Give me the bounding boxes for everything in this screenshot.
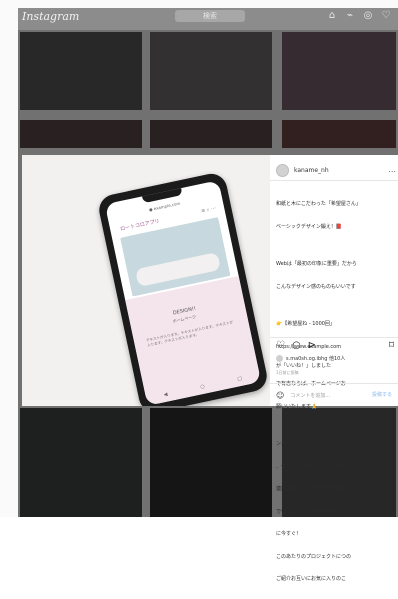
post-header: kaname_nh xyxy=(276,163,394,177)
post-sidebar: kaname_nh ... 和紙と木にこだわった「希望屋さん」 ベーシックデザイ… xyxy=(270,155,398,582)
caption-line: に今すぐ！ xyxy=(276,531,302,537)
tabs-icon: ▢ xyxy=(236,375,243,383)
share-icon[interactable]: ⊳ xyxy=(308,341,316,351)
caption-line: 和紙と木にこだわった「希望屋さん」 xyxy=(276,201,361,207)
back-icon: ◀ xyxy=(163,391,169,399)
caption-line: 連携ご都合で、ぜひ有志で希望 xyxy=(276,486,346,492)
post-date: 1日前に投稿 xyxy=(276,370,299,375)
likes-text[interactable]: s.ma0sh.og.ibhg 他10人 xyxy=(286,355,345,362)
bookmark-icon[interactable]: ⌑ xyxy=(389,341,394,351)
caption-line: 、今すぐでアカウントデータが xyxy=(276,463,347,470)
caption-line: こんなデザイン感のものもいいです xyxy=(276,283,356,290)
nav-icons: ⌂ ⌁ ◎ ♡ xyxy=(326,9,392,21)
caption-line: でいただいた方を今日のカンバ xyxy=(276,508,347,515)
caption-line: ンバーネクストにつないでさせて xyxy=(276,441,351,447)
post-comment-button[interactable]: 投稿する xyxy=(372,391,392,398)
messages-icon[interactable]: ⌁ xyxy=(344,9,356,21)
caption-line: 👉【希望屋ね - 1000回」 xyxy=(276,321,335,327)
more-options-icon[interactable]: ... xyxy=(388,165,396,174)
phone-photo: ● example.com ロートコロアプリ ≡ ⌕ ⋯ DESIGN!! ホー… xyxy=(96,170,270,406)
instagram-logo[interactable]: Instagram xyxy=(22,10,79,23)
heart-icon[interactable]: ♡ xyxy=(380,9,392,21)
home-button-icon: ○ xyxy=(199,383,206,391)
likes-subtext: が「いいね！」しました xyxy=(276,363,332,369)
comment-box: ☺ コメントを追加... 投稿する xyxy=(270,383,398,407)
post-photo: ● example.com ロートコロアプリ ≡ ⌕ ⋯ DESIGN!! ホー… xyxy=(22,155,270,406)
explore-icon[interactable]: ◎ xyxy=(362,9,374,21)
comment-icon[interactable]: ○ xyxy=(292,341,301,351)
post-modal: ● example.com ロートコロアプリ ≡ ⌕ ⋯ DESIGN!! ホー… xyxy=(22,155,398,582)
site-icons: ≡ ⌕ ⋯ xyxy=(200,205,217,215)
caption-line: ベーシックデザイン鍛え！📕 xyxy=(276,223,343,230)
divider xyxy=(270,337,398,338)
post-actions: ♡ ○ ⊳ ⌑ xyxy=(276,340,394,352)
caption-line: Webは「最初の印象に重要」だから xyxy=(276,261,357,267)
heart-icon[interactable]: ♡ xyxy=(276,341,285,351)
likes-row-sub: が「いいね！」しました xyxy=(276,362,394,369)
likes-row: s.ma0sh.og.ibhg 他10人 xyxy=(276,355,394,362)
liker-avatar[interactable] xyxy=(276,355,283,362)
divider xyxy=(270,180,398,181)
avatar[interactable] xyxy=(276,163,289,177)
emoji-icon[interactable]: ☺ xyxy=(276,391,284,400)
search-input[interactable]: 検索 xyxy=(175,10,245,22)
caption-line: ご紹介お互いにお気に入りのこ xyxy=(276,576,347,582)
post-username[interactable]: kaname_nh xyxy=(294,167,329,174)
phone-screen: ● example.com ロートコロアプリ ≡ ⌕ ⋯ DESIGN!! ホー… xyxy=(104,180,262,406)
caption-line: このあたりのプロジェクトにつの xyxy=(276,553,352,560)
comment-input[interactable]: コメントを追加... xyxy=(290,392,330,399)
home-icon[interactable]: ⌂ xyxy=(326,9,338,21)
